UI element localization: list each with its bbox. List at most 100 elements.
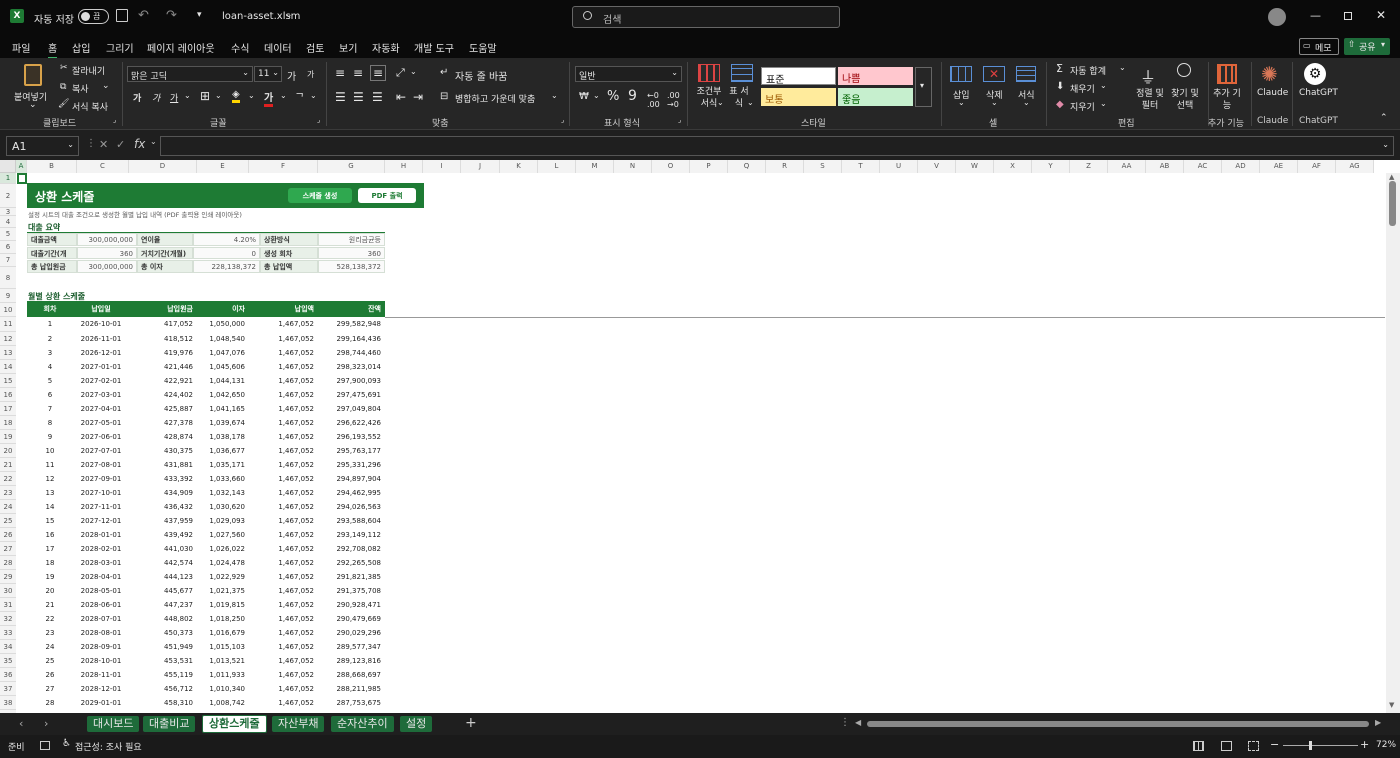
font-name-select[interactable]: 맑은 고딕 ⌄ <box>127 66 253 82</box>
row-header[interactable]: 22 <box>0 472 16 486</box>
column-header[interactable]: Z <box>1070 160 1108 173</box>
row-header[interactable]: 27 <box>0 542 16 556</box>
column-header[interactable]: H <box>385 160 423 173</box>
style-good[interactable]: 좋음 <box>838 88 913 106</box>
tab-scroll-left-icon[interactable]: ‹ <box>19 717 23 730</box>
row-header[interactable]: 35 <box>0 654 16 668</box>
ribbon-collapse-icon[interactable]: ⌃ <box>1380 113 1388 123</box>
row-header[interactable]: 25 <box>0 514 16 528</box>
column-header[interactable]: AC <box>1184 160 1222 173</box>
number-format-select[interactable]: 일반 ⌄ <box>575 66 682 82</box>
conditional-format-chevron-icon[interactable]: ⌄ <box>717 98 724 107</box>
column-header[interactable]: R <box>766 160 804 173</box>
align-top-icon[interactable]: ≡ <box>335 66 345 80</box>
column-header[interactable]: AA <box>1108 160 1146 173</box>
menu-help[interactable]: 도움말 <box>469 40 497 55</box>
redo-icon[interactable]: ↷ <box>166 8 177 23</box>
column-header[interactable]: V <box>918 160 956 173</box>
menu-home[interactable]: 홈 <box>48 40 58 59</box>
column-header[interactable]: F <box>249 160 318 173</box>
wrap-text-button[interactable]: 자동 줄 바꿈 <box>455 68 507 83</box>
accounting-chevron-icon[interactable]: ⌄ <box>593 91 600 100</box>
column-header[interactable]: I <box>423 160 461 173</box>
accessibility-status[interactable]: 접근성: 조사 필요 <box>75 740 142 753</box>
column-header[interactable]: B <box>27 160 77 173</box>
align-center-icon[interactable]: ☰ <box>353 90 364 104</box>
row-header[interactable]: 38 <box>0 696 16 710</box>
border-chevron-icon[interactable]: ⌄ <box>215 91 222 100</box>
tab-assets-liabilities[interactable]: 자산부채 <box>272 716 325 732</box>
row-header[interactable]: 16 <box>0 388 16 402</box>
cut-button[interactable]: 잘라내기 <box>72 64 105 77</box>
column-header[interactable]: W <box>956 160 994 173</box>
active-cell[interactable] <box>17 173 27 184</box>
zoom-level[interactable]: 72% <box>1376 740 1396 750</box>
column-header[interactable]: K <box>500 160 538 173</box>
paste-chevron-icon[interactable]: ⌄ <box>29 100 37 110</box>
clear-chevron-icon[interactable]: ⌄ <box>1100 99 1107 108</box>
hscroll-more-icon[interactable]: ⋮ <box>840 717 850 728</box>
scroll-up-icon[interactable]: ▲ <box>1389 173 1394 181</box>
align-left-icon[interactable]: ☰ <box>335 90 346 104</box>
column-header[interactable]: D <box>129 160 197 173</box>
menu-file[interactable]: 파일 <box>12 40 30 55</box>
menu-formulas[interactable]: 수식 <box>231 40 249 55</box>
share-button[interactable]: ⇧ 공유 ▾ <box>1344 38 1390 55</box>
column-header[interactable]: C <box>77 160 129 173</box>
row-header[interactable]: 31 <box>0 598 16 612</box>
quick-access-more-icon[interactable]: ▾ <box>197 10 202 20</box>
close-icon[interactable]: ✕ <box>1376 8 1386 22</box>
filename-chevron-icon[interactable]: ⌄ <box>285 10 293 20</box>
row-header[interactable]: 2 <box>0 184 16 208</box>
tab-settings[interactable]: 설정 <box>400 716 433 732</box>
column-header[interactable]: T <box>842 160 880 173</box>
column-header[interactable]: Y <box>1032 160 1070 173</box>
page-layout-view-icon[interactable] <box>1221 741 1232 751</box>
row-header[interactable]: 3 <box>0 208 16 216</box>
format-cells-chevron-icon[interactable]: ⌄ <box>1023 98 1030 107</box>
maximize-icon[interactable] <box>1344 12 1352 20</box>
row-header[interactable]: 37 <box>0 682 16 696</box>
paste-icon[interactable] <box>24 64 42 86</box>
clear-button[interactable]: 지우기 <box>1070 100 1095 113</box>
row-header[interactable]: 21 <box>0 458 16 472</box>
alignment-launcher-icon[interactable]: ⌟ <box>561 116 564 124</box>
confirm-entry-icon[interactable]: ✓ <box>116 138 125 151</box>
autosum-chevron-icon[interactable]: ⌄ <box>1119 63 1126 72</box>
column-header[interactable]: E <box>197 160 249 173</box>
row-header[interactable]: 18 <box>0 416 16 430</box>
hscroll-left-icon[interactable]: ◀ <box>855 718 861 727</box>
clipboard-launcher-icon[interactable]: ⌟ <box>113 116 116 124</box>
row-header[interactable]: 20 <box>0 444 16 458</box>
delete-cells-chevron-icon[interactable]: ⌄ <box>991 98 998 107</box>
pdf-export-button[interactable]: PDF 출력 <box>358 188 416 203</box>
column-header[interactable]: N <box>614 160 652 173</box>
insert-function-icon[interactable]: fx <box>134 137 145 151</box>
menu-developer[interactable]: 개발 도구 <box>414 40 454 55</box>
row-header[interactable]: 14 <box>0 360 16 374</box>
column-header[interactable]: P <box>690 160 728 173</box>
merge-center-button[interactable]: 병합하고 가운데 맞춤 <box>455 92 535 105</box>
page-break-view-icon[interactable] <box>1248 741 1259 751</box>
addins-button[interactable]: 추가 기능 <box>1212 88 1242 112</box>
column-header[interactable]: X <box>994 160 1032 173</box>
avatar[interactable] <box>1268 8 1286 26</box>
menu-insert[interactable]: 삽입 <box>72 40 90 55</box>
underline-chevron-icon[interactable]: ⌄ <box>184 91 191 100</box>
increase-decimal-icon[interactable]: ←0.00 <box>647 91 660 109</box>
column-header[interactable]: AF <box>1298 160 1336 173</box>
row-header[interactable]: 11 <box>0 317 16 332</box>
decrease-decimal-icon[interactable]: .00 →0 <box>667 91 680 109</box>
chatgpt-button[interactable]: ChatGPT <box>1299 88 1338 98</box>
formula-input[interactable]: ⌄ <box>160 136 1394 156</box>
row-header[interactable]: 13 <box>0 346 16 360</box>
copy-button[interactable]: 복사 <box>72 82 89 95</box>
row-header[interactable]: 33 <box>0 626 16 640</box>
sort-filter-button[interactable]: 정렬 및 필터 <box>1134 88 1166 112</box>
row-header[interactable]: 6 <box>0 241 16 254</box>
phonetic-icon[interactable]: ᄀ <box>295 89 304 104</box>
row-header[interactable]: 24 <box>0 500 16 514</box>
select-all-corner[interactable] <box>0 160 16 173</box>
search-box[interactable]: 검색 <box>572 6 840 28</box>
column-header[interactable]: J <box>461 160 500 173</box>
